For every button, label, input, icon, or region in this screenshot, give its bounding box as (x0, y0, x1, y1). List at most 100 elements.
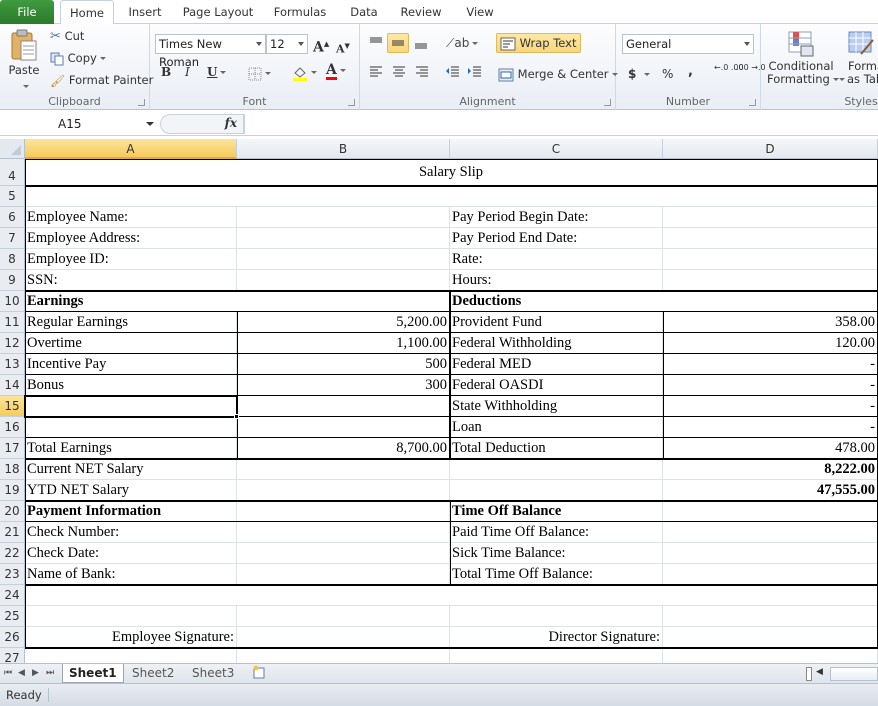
insert-function-icon[interactable]: fx (225, 116, 237, 130)
format-as-table-button[interactable]: Format as Table (839, 30, 878, 86)
sheet-title[interactable]: Salary Slip (25, 159, 878, 186)
italic-button[interactable]: I (185, 64, 190, 80)
tab-split-handle[interactable] (806, 667, 812, 681)
orientation-button[interactable]: ⟋ab (446, 35, 479, 51)
grid-cell[interactable] (450, 459, 663, 480)
row-header-7[interactable]: 7 (0, 228, 25, 249)
grid-cell[interactable] (237, 480, 450, 501)
currency-button[interactable]: $ (628, 66, 651, 82)
merge-center-button[interactable]: Merge & Center (498, 66, 618, 82)
tab-page-layout[interactable]: Page Layout (180, 0, 256, 24)
grid-cell[interactable] (663, 501, 878, 522)
tab-data[interactable]: Data (344, 0, 384, 24)
total-earnings-value[interactable]: 8,700.00 (237, 438, 450, 459)
select-all-button[interactable] (0, 139, 25, 159)
column-header-b[interactable]: B (237, 139, 450, 159)
row-header-12[interactable]: 12 (0, 333, 25, 354)
ytd-net-value[interactable]: 47,555.00 (663, 480, 878, 501)
grid-cell[interactable] (663, 228, 878, 249)
scroll-left-icon[interactable]: ◀ (816, 667, 823, 677)
earnings-header[interactable]: Earnings (25, 291, 450, 312)
earnings-label[interactable] (25, 417, 237, 438)
total-deduction-value[interactable]: 478.00 (663, 438, 878, 459)
align-left-button[interactable] (368, 64, 384, 82)
pay-period-label[interactable]: Pay Period Begin Date: (450, 207, 663, 228)
tab-formulas[interactable]: Formulas (270, 0, 330, 24)
deduction-value[interactable]: - (663, 396, 878, 417)
cut-button[interactable]: ✂ Cut (50, 28, 84, 45)
grid-cell[interactable] (663, 207, 878, 228)
grid-cell[interactable] (237, 270, 450, 291)
payment-info-label[interactable]: Name of Bank: (25, 564, 237, 585)
sheet-tab-sheet1[interactable]: Sheet1 (62, 664, 124, 683)
grid-cell[interactable] (237, 543, 450, 564)
row-header-24[interactable]: 24 (0, 585, 25, 606)
earnings-value[interactable]: 500 (237, 354, 450, 375)
last-sheet-icon[interactable]: ⏭ (46, 668, 54, 678)
align-middle-button[interactable] (387, 33, 409, 53)
borders-button[interactable] (248, 65, 271, 81)
earnings-value[interactable]: 300 (237, 375, 450, 396)
employee-info-label[interactable]: Employee Name: (25, 207, 237, 228)
grid-cell[interactable] (237, 249, 450, 270)
percent-button[interactable]: % (662, 66, 673, 82)
payment-info-header[interactable]: Payment Information (25, 501, 237, 522)
ytd-net-label[interactable]: YTD NET Salary (25, 480, 237, 501)
font-dialog-launcher-icon[interactable] (348, 99, 355, 106)
column-header-a[interactable]: A (25, 139, 237, 159)
row-header-23[interactable]: 23 (0, 564, 25, 585)
row-header-17[interactable]: 17 (0, 438, 25, 459)
row-header-8[interactable]: 8 (0, 249, 25, 270)
grid-cell[interactable] (663, 627, 878, 648)
row-header-25[interactable]: 25 (0, 606, 25, 627)
deduction-value[interactable]: - (663, 417, 878, 438)
blank-row[interactable] (25, 585, 878, 606)
row-header-6[interactable]: 6 (0, 207, 25, 228)
deduction-label[interactable]: Federal MED (450, 354, 663, 375)
deduction-label[interactable]: Federal OASDI (450, 375, 663, 396)
row-header-9[interactable]: 9 (0, 270, 25, 291)
deduction-value[interactable]: 358.00 (663, 312, 878, 333)
grid-cell[interactable] (237, 564, 450, 585)
grid-cell[interactable] (25, 648, 237, 663)
grid-cell[interactable] (237, 207, 450, 228)
column-header-d[interactable]: D (663, 139, 878, 159)
shrink-font-button[interactable]: A▼ (336, 38, 350, 58)
pay-period-label[interactable]: Pay Period End Date: (450, 228, 663, 249)
fill-handle[interactable] (234, 414, 239, 419)
font-name-select[interactable]: Times New Roman (155, 34, 266, 69)
earnings-label[interactable]: Incentive Pay (25, 354, 237, 375)
earnings-value[interactable] (237, 396, 450, 417)
tab-file[interactable]: File (0, 0, 54, 24)
tab-home[interactable]: Home (60, 0, 114, 25)
grid-cell[interactable] (237, 648, 450, 663)
grid-cell[interactable] (237, 606, 450, 627)
deduction-label[interactable]: Provident Fund (450, 312, 663, 333)
earnings-label[interactable]: Overtime (25, 333, 237, 354)
align-top-button[interactable] (368, 34, 384, 54)
deductions-header[interactable]: Deductions (450, 291, 878, 312)
row-header-20[interactable]: 20 (0, 501, 25, 522)
payment-info-label[interactable]: Check Date: (25, 543, 237, 564)
row-header-22[interactable]: 22 (0, 543, 25, 564)
fill-color-button[interactable] (292, 64, 317, 81)
blank-row[interactable] (25, 186, 878, 207)
row-header-10[interactable]: 10 (0, 291, 25, 312)
row-header-5[interactable]: 5 (0, 186, 25, 207)
grid-cell[interactable] (450, 606, 663, 627)
current-net-label[interactable]: Current NET Salary (25, 459, 237, 480)
name-box[interactable]: A15 (0, 114, 158, 134)
horizontal-scrollbar[interactable]: ◀ (806, 667, 878, 681)
grid-cell[interactable] (237, 459, 450, 480)
number-format-select[interactable]: General (622, 34, 754, 54)
paste-button[interactable]: Paste (6, 28, 42, 88)
row-header-16[interactable]: 16 (0, 417, 25, 438)
pay-period-label[interactable]: Hours: (450, 270, 663, 291)
row-header-18[interactable]: 18 (0, 459, 25, 480)
wrap-text-button[interactable]: Wrap Text (496, 33, 581, 53)
row-header-27[interactable]: 27 (0, 648, 25, 663)
grid-cell[interactable] (450, 480, 663, 501)
grid-cell[interactable] (663, 249, 878, 270)
grid-cell[interactable] (237, 228, 450, 249)
active-cell-selection[interactable] (24, 395, 238, 418)
